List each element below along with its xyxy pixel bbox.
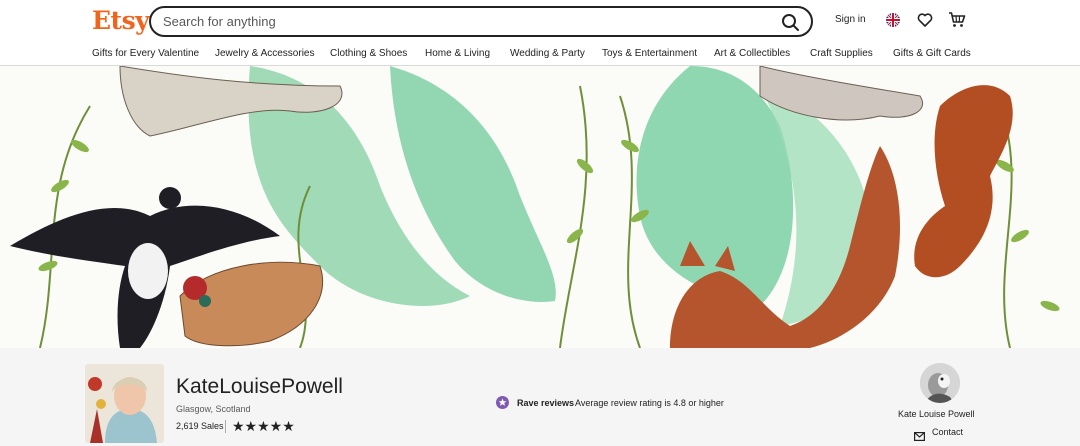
- category-link[interactable]: Art & Collectibles: [714, 48, 790, 59]
- shop-info-bar: KateLouisePowell Glasgow, Scotland 2,619…: [0, 348, 1080, 446]
- top-header: Etsy Search for anything Sign in: [0, 0, 1080, 42]
- category-link[interactable]: Toys & Entertainment: [602, 48, 697, 59]
- language-flag-icon[interactable]: [886, 13, 900, 27]
- owner-name: Kate Louise Powell: [898, 409, 975, 419]
- heart-icon[interactable]: [917, 12, 933, 28]
- category-link[interactable]: Home & Living: [425, 48, 490, 59]
- contact-button[interactable]: Contact: [932, 427, 963, 437]
- category-link[interactable]: Clothing & Shoes: [330, 48, 407, 59]
- rave-reviews-title: Rave reviews: [517, 398, 575, 408]
- etsy-logo[interactable]: Etsy: [92, 6, 150, 35]
- search-icon[interactable]: [779, 11, 803, 33]
- category-nav: Gifts for Every Valentine Jewelry & Acce…: [0, 42, 1080, 66]
- category-link[interactable]: Craft Supplies: [810, 48, 873, 59]
- rating-stars[interactable]: ★★★★★: [232, 418, 295, 435]
- shop-banner-image: [0, 66, 1080, 348]
- cart-icon[interactable]: [948, 11, 966, 29]
- envelope-icon[interactable]: [914, 428, 926, 442]
- category-link[interactable]: Gifts for Every Valentine: [92, 48, 199, 59]
- shop-name: KateLouisePowell: [176, 375, 343, 398]
- category-link[interactable]: Gifts & Gift Cards: [893, 48, 971, 59]
- search-input[interactable]: Search for anything: [163, 14, 276, 29]
- rave-reviews-badge-icon: [496, 396, 509, 409]
- shop-location: Glasgow, Scotland: [176, 404, 251, 414]
- search-bar[interactable]: Search for anything: [149, 6, 813, 37]
- sign-in-link[interactable]: Sign in: [835, 14, 866, 25]
- owner-avatar[interactable]: [920, 363, 960, 403]
- shop-avatar-image[interactable]: [85, 364, 164, 443]
- category-link[interactable]: Jewelry & Accessories: [215, 48, 314, 59]
- category-link[interactable]: Wedding & Party: [510, 48, 585, 59]
- divider: [225, 420, 226, 433]
- shop-sales-count[interactable]: 2,619 Sales: [176, 421, 224, 431]
- rave-reviews-text: Average review rating is 4.8 or higher: [575, 398, 724, 408]
